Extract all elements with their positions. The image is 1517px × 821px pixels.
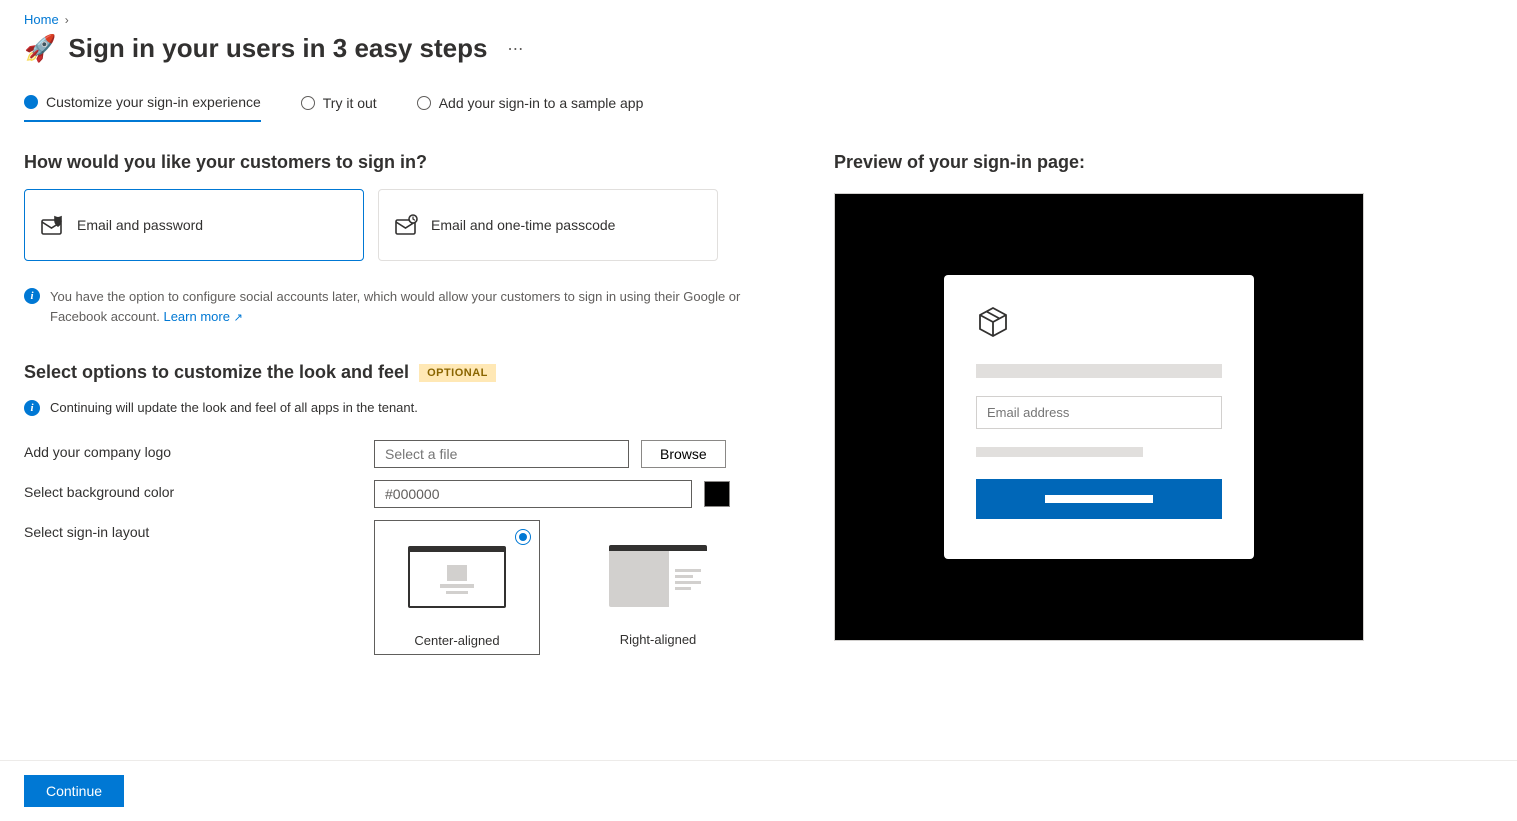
- bgcolor-swatch[interactable]: [704, 481, 730, 507]
- browse-button[interactable]: Browse: [641, 440, 726, 468]
- step-label: Try it out: [323, 95, 377, 111]
- mail-shield-icon: [41, 214, 65, 236]
- method-label: Email and one-time passcode: [431, 217, 615, 233]
- info-icon: i: [24, 288, 40, 304]
- warning-text: Continuing will update the look and feel…: [50, 400, 418, 415]
- layout-center-option[interactable]: Center-aligned: [374, 520, 540, 655]
- wizard-footer: Continue: [0, 760, 1517, 821]
- page-title: Sign in your users in 3 easy steps: [68, 33, 487, 64]
- more-actions-button[interactable]: ⋯: [507, 39, 525, 59]
- social-accounts-info: i You have the option to configure socia…: [24, 287, 744, 326]
- method-email-password-card[interactable]: Email and password: [24, 189, 364, 261]
- box-icon: [976, 305, 1010, 339]
- wizard-steps: Customize your sign-in experience Try it…: [24, 94, 1493, 122]
- step-label: Customize your sign-in experience: [46, 94, 261, 110]
- radio-filled-icon: [24, 95, 38, 109]
- signin-preview-card: [944, 275, 1254, 559]
- signin-preview-frame: [834, 193, 1364, 641]
- breadcrumb-home-link[interactable]: Home: [24, 12, 59, 27]
- chevron-right-icon: ›: [65, 13, 69, 27]
- signin-method-heading: How would you like your customers to sig…: [24, 152, 744, 173]
- radio-selected-icon: [515, 529, 531, 545]
- layout-right-preview-icon: [582, 526, 734, 626]
- logo-file-input[interactable]: [374, 440, 629, 468]
- method-email-passcode-card[interactable]: Email and one-time passcode: [378, 189, 718, 261]
- layout-right-option[interactable]: Right-aligned: [576, 520, 740, 655]
- step-label: Add your sign-in to a sample app: [439, 95, 644, 111]
- preview-email-input: [976, 396, 1222, 429]
- learn-more-link[interactable]: Learn more ↗: [163, 309, 242, 324]
- step-add-sample-app[interactable]: Add your sign-in to a sample app: [417, 94, 644, 122]
- bgcolor-input[interactable]: [374, 480, 692, 508]
- preview-description-placeholder: [976, 447, 1143, 457]
- logo-label: Add your company logo: [24, 440, 354, 460]
- breadcrumb: Home ›: [24, 12, 1493, 27]
- layout-center-preview-icon: [381, 527, 533, 627]
- layout-label: Select sign-in layout: [24, 520, 354, 540]
- layout-right-label: Right-aligned: [582, 632, 734, 647]
- info-icon: i: [24, 400, 40, 416]
- layout-center-label: Center-aligned: [381, 633, 533, 648]
- radio-empty-icon: [301, 96, 315, 110]
- preview-title-placeholder: [976, 364, 1222, 378]
- page-header: 🚀 Sign in your users in 3 easy steps ⋯: [24, 33, 1493, 64]
- preview-logo-placeholder: [976, 305, 1222, 342]
- method-label: Email and password: [77, 217, 203, 233]
- radio-empty-icon: [417, 96, 431, 110]
- customize-heading: Select options to customize the look and…: [24, 362, 409, 383]
- layout-options: Center-aligned: [374, 520, 740, 655]
- external-link-icon: ↗: [234, 312, 243, 324]
- step-try-it-out[interactable]: Try it out: [301, 94, 377, 122]
- bgcolor-label: Select background color: [24, 480, 354, 500]
- signin-method-cards: Email and password Email and one-time pa…: [24, 189, 744, 261]
- info-text: You have the option to configure social …: [50, 289, 740, 324]
- optional-badge: OPTIONAL: [419, 364, 496, 382]
- continue-button[interactable]: Continue: [24, 775, 124, 807]
- preview-submit-button: [976, 479, 1222, 519]
- mail-clock-icon: [395, 214, 419, 236]
- step-customize[interactable]: Customize your sign-in experience: [24, 94, 261, 122]
- tenant-warning: i Continuing will update the look and fe…: [24, 399, 744, 416]
- rocket-icon: 🚀: [24, 33, 56, 64]
- preview-heading: Preview of your sign-in page:: [834, 152, 1374, 173]
